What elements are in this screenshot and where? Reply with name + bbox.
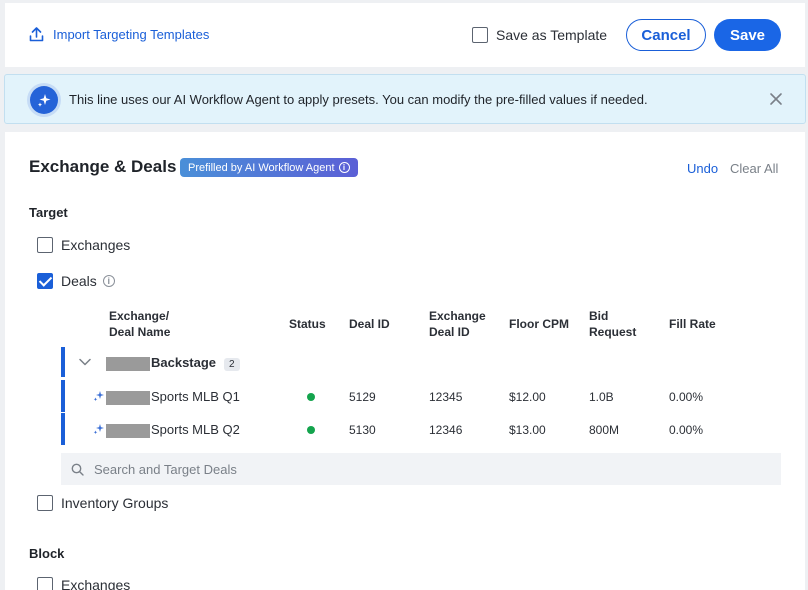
col-header-status[interactable]: Status (289, 316, 326, 332)
chevron-down-icon[interactable] (79, 358, 91, 366)
col-header-fill-rate[interactable]: Fill Rate (669, 316, 716, 332)
deal-id-cell: 5129 (349, 390, 376, 404)
undo-link[interactable]: Undo (687, 161, 718, 176)
col-header-bid-line1: Bid (589, 309, 609, 323)
target-exchanges-checkbox[interactable] (37, 237, 53, 253)
redacted-block (106, 423, 150, 438)
col-header-deal-id[interactable]: Deal ID (349, 316, 390, 332)
upload-icon (29, 27, 44, 42)
cancel-button[interactable]: Cancel (626, 19, 706, 51)
search-icon (71, 463, 84, 476)
exchange-deal-id-cell: 12345 (429, 390, 463, 404)
ai-sparkle-icon (30, 86, 58, 114)
deal-name-cell[interactable]: Sports MLB Q2 (106, 422, 240, 438)
exchange-deals-card: Exchange & Deals Prefilled by AI Workflo… (5, 132, 805, 590)
target-deals-label: Deals (61, 273, 97, 289)
target-heading: Target (29, 205, 68, 220)
deal-search-bar[interactable] (61, 453, 781, 485)
target-deals-option[interactable]: Deals i (37, 273, 115, 289)
floor-cpm-cell: $12.00 (509, 390, 546, 404)
deal-search-input[interactable] (94, 461, 694, 477)
inventory-groups-label: Inventory Groups (61, 495, 169, 511)
banner-message: This line uses our AI Workflow Agent to … (69, 92, 648, 107)
redacted-block (106, 356, 150, 371)
deal-name: Sports MLB Q2 (151, 422, 240, 437)
ai-prefilled-label: Prefilled by AI Workflow Agent (188, 161, 335, 174)
close-icon[interactable] (768, 91, 784, 107)
ai-agent-banner: This line uses our AI Workflow Agent to … (4, 74, 806, 124)
target-exchanges-label: Exchanges (61, 237, 131, 253)
col-header-bid-request[interactable]: Bid Request (589, 308, 636, 340)
col-header-exchange-deal-id[interactable]: Exchange Deal ID (429, 308, 486, 340)
inventory-groups-checkbox[interactable] (37, 495, 53, 511)
row-indicator (61, 347, 65, 377)
redacted-block (106, 390, 150, 405)
top-toolbar: Import Targeting Templates Save as Templ… (5, 3, 805, 67)
block-heading: Block (29, 546, 65, 561)
save-button[interactable]: Save (714, 19, 781, 51)
block-exchanges-option[interactable]: Exchanges (37, 577, 130, 590)
exchange-deal-id-cell: 12346 (429, 423, 463, 437)
info-icon[interactable]: i (338, 162, 350, 173)
group-name: Backstage (151, 355, 217, 370)
col-header-name-line2: Deal Name (109, 325, 171, 339)
col-header-name-line1: Exchange/ (109, 309, 170, 323)
col-header-floor-cpm[interactable]: Floor CPM (509, 316, 569, 332)
save-as-template-toggle[interactable]: Save as Template (472, 27, 607, 43)
col-header-exch-line2: Deal ID (429, 325, 470, 339)
block-exchanges-checkbox[interactable] (37, 577, 53, 590)
bid-request-cell: 1.0B (589, 390, 614, 404)
group-count-badge: 2 (224, 358, 240, 371)
deal-name-cell[interactable]: Sports MLB Q1 (106, 389, 240, 405)
info-icon[interactable]: i (102, 275, 115, 287)
row-indicator (61, 380, 65, 412)
ai-sparkle-icon (93, 391, 104, 402)
section-title: Exchange & Deals (29, 157, 177, 176)
status-active-indicator (307, 426, 315, 434)
clear-all-link[interactable]: Clear All (730, 161, 778, 176)
ai-sparkle-icon (93, 424, 104, 435)
col-header-bid-line2: Request (589, 325, 637, 339)
inventory-groups-option[interactable]: Inventory Groups (37, 495, 168, 511)
col-header-exch-line1: Exchange (429, 309, 486, 323)
block-exchanges-label: Exchanges (61, 577, 131, 590)
group-row[interactable]: Backstage 2 (106, 355, 240, 371)
row-indicator (61, 413, 65, 445)
bid-request-cell: 800M (589, 423, 620, 437)
status-active-indicator (307, 393, 315, 401)
import-templates-link[interactable]: Import Targeting Templates (29, 27, 209, 42)
target-deals-checkbox[interactable] (37, 273, 53, 289)
ai-prefilled-badge: Prefilled by AI Workflow Agent i (180, 158, 358, 177)
col-header-name[interactable]: Exchange/ Deal Name (109, 308, 170, 340)
import-templates-label: Import Targeting Templates (53, 27, 210, 42)
deal-id-cell: 5130 (349, 423, 376, 437)
deal-name: Sports MLB Q1 (151, 389, 240, 404)
fill-rate-cell: 0.00% (669, 390, 704, 404)
floor-cpm-cell: $13.00 (509, 423, 546, 437)
target-exchanges-option[interactable]: Exchanges (37, 237, 130, 253)
save-as-template-checkbox[interactable] (472, 27, 488, 43)
fill-rate-cell: 0.00% (669, 423, 704, 437)
save-as-template-label: Save as Template (496, 27, 608, 43)
